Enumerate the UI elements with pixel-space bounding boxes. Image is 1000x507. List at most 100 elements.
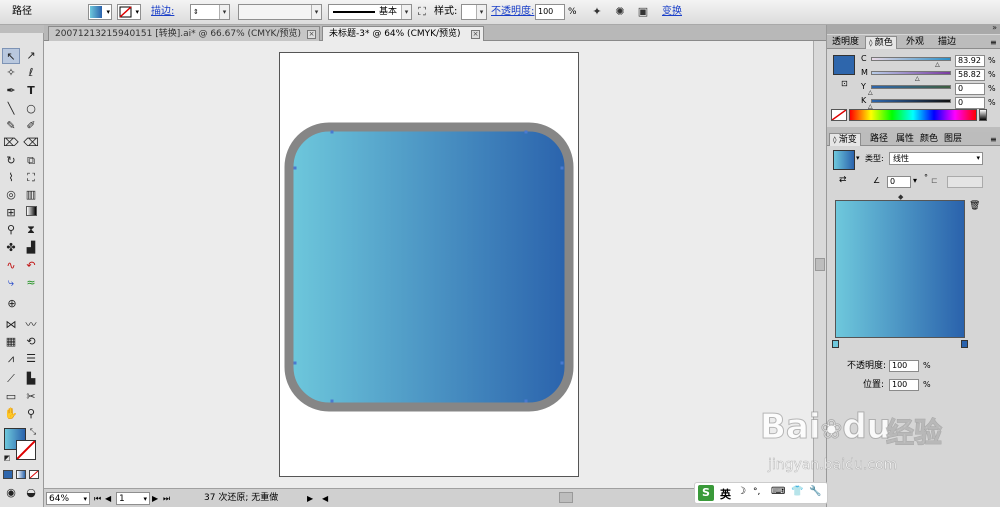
- zoom-tool-icon[interactable]: ⚲: [22, 406, 40, 422]
- tab-gradient[interactable]: ◊ 渐变: [829, 133, 861, 146]
- color-mode-icon[interactable]: [3, 470, 13, 479]
- none-mode-icon[interactable]: [29, 470, 39, 479]
- opacity-input[interactable]: 100: [535, 4, 565, 20]
- wave-tool-icon[interactable]: 〰: [22, 317, 40, 333]
- gradient-stop-start[interactable]: [832, 340, 839, 348]
- stroke-link[interactable]: 描边:: [151, 4, 174, 20]
- anchor-point[interactable]: [330, 399, 334, 403]
- chevron-down-icon[interactable]: ▾: [219, 5, 229, 19]
- keyboard-icon[interactable]: ⌨: [771, 486, 785, 497]
- chevron-down-icon[interactable]: ▾: [856, 154, 860, 162]
- tab-layers[interactable]: 图层: [941, 133, 965, 146]
- anchor-point[interactable]: [524, 399, 528, 403]
- channel-thumb-icon[interactable]: △: [915, 73, 920, 85]
- stroke-swatch[interactable]: [16, 440, 36, 460]
- isolate-icon[interactable]: ✺: [613, 4, 627, 20]
- graphic-style-picker[interactable]: ▾: [461, 4, 487, 20]
- ime-logo-icon[interactable]: S: [698, 485, 714, 501]
- shape-builder-tool-icon[interactable]: ◎: [2, 187, 20, 203]
- lasso-tool-icon[interactable]: ℓ: [22, 65, 40, 81]
- align-icon[interactable]: ⛶: [416, 4, 428, 20]
- reverse-gradient-icon[interactable]: ⇄: [839, 175, 847, 185]
- gradient-angle-input[interactable]: 0: [887, 176, 911, 188]
- canvas-area[interactable]: [44, 41, 813, 488]
- last-artboard-icon[interactable]: ⏭: [163, 492, 173, 505]
- toolbox-grip[interactable]: [0, 25, 44, 33]
- ellipse-tool-icon[interactable]: ○: [22, 101, 40, 117]
- channel-slider-k[interactable]: [871, 99, 951, 103]
- eraser-tool-icon[interactable]: ⌫: [22, 135, 40, 151]
- chevron-down-icon[interactable]: ▾: [311, 5, 321, 19]
- mesh-tool-icon[interactable]: ⊞: [2, 205, 20, 221]
- bar-chart-tool-icon[interactable]: ▙: [22, 371, 40, 387]
- twirl-tool-icon[interactable]: ⟲: [22, 334, 40, 350]
- artboard-tool-icon[interactable]: ▭: [2, 389, 20, 405]
- selection-tool-icon[interactable]: ↖: [2, 48, 20, 64]
- gradient-tool-icon[interactable]: [22, 205, 40, 221]
- brush-definition[interactable]: 基本 ▾: [328, 4, 412, 20]
- tab-document-2[interactable]: 未标题-3* @ 64% (CMYK/预览) ×: [322, 26, 484, 41]
- pencil-tool-icon[interactable]: ✐: [22, 118, 40, 134]
- recolor-artwork-icon[interactable]: ✦: [588, 4, 606, 20]
- close-icon[interactable]: ×: [471, 30, 480, 39]
- close-icon[interactable]: ×: [307, 30, 316, 39]
- stop-opacity-input[interactable]: 100: [889, 360, 919, 372]
- default-colors-icon[interactable]: ◩: [2, 450, 12, 466]
- anchor-point[interactable]: [560, 166, 564, 170]
- rotate-tool-icon[interactable]: ↻: [2, 153, 20, 169]
- next-artboard-icon[interactable]: ▶: [152, 492, 162, 505]
- channel-slider-m[interactable]: [871, 71, 951, 75]
- direct-selection-tool-icon[interactable]: ↗: [22, 48, 40, 64]
- horizontal-scroll-thumb[interactable]: [559, 492, 573, 503]
- anchor-point[interactable]: [293, 361, 297, 365]
- out-of-gamut-icon[interactable]: ⊡: [841, 79, 848, 88]
- gradient-type-select[interactable]: 线性 ▾: [889, 152, 983, 165]
- hand-tool-icon[interactable]: ✋: [2, 406, 20, 422]
- status-menu-arrow-icon[interactable]: ▶: [307, 492, 317, 505]
- artboard[interactable]: [279, 52, 579, 477]
- rounded-rectangle-shape[interactable]: [284, 122, 574, 412]
- perspective-grid-tool-icon[interactable]: ▥: [22, 187, 40, 203]
- scale-tool-icon[interactable]: ⧉: [22, 153, 40, 169]
- blend-tool-icon[interactable]: ⧗: [22, 222, 40, 238]
- trash-icon[interactable]: 🗑: [969, 201, 980, 211]
- gradient-thumbnail[interactable]: [833, 150, 855, 170]
- ime-language[interactable]: 英: [720, 486, 731, 502]
- shirt-icon[interactable]: 👕: [791, 486, 803, 497]
- grid-tool-icon[interactable]: ▦: [2, 334, 20, 350]
- arrange-icon[interactable]: ▣: [634, 4, 652, 20]
- tab-color-2[interactable]: 颜色: [917, 133, 941, 146]
- moon-icon[interactable]: ☽: [737, 486, 746, 497]
- grayscale-ramp[interactable]: [979, 109, 987, 121]
- vertical-scroll-thumb[interactable]: [815, 258, 825, 271]
- opacity-link[interactable]: 不透明度:: [491, 4, 534, 20]
- anchor-point-tool-icon[interactable]: ∿: [2, 258, 20, 274]
- channel-thumb-icon[interactable]: △: [868, 87, 873, 99]
- tab-transparency[interactable]: 透明度: [829, 36, 862, 49]
- zigzag-tool-icon[interactable]: ⩘: [2, 351, 20, 367]
- channel-input-k[interactable]: 0: [955, 97, 985, 109]
- draw-normal-icon[interactable]: ◉: [2, 485, 20, 501]
- zoom-select[interactable]: 64% ▾: [46, 492, 90, 505]
- screen-mode-icon[interactable]: ◒: [22, 485, 40, 501]
- fill-color-picker[interactable]: ▾: [88, 4, 112, 20]
- collapse-panels-icon[interactable]: »: [992, 23, 997, 32]
- free-transform-tool-icon[interactable]: ⛶: [22, 170, 40, 186]
- vertical-scrollbar[interactable]: [813, 41, 826, 488]
- channel-input-y[interactable]: 0: [955, 83, 985, 95]
- tab-attributes[interactable]: 属性: [893, 133, 917, 146]
- channel-slider-y[interactable]: [871, 85, 951, 89]
- eyedropper-tool-icon[interactable]: ⚲: [2, 222, 20, 238]
- magic-wand-tool-icon[interactable]: ✧: [2, 65, 20, 81]
- type-tool-icon[interactable]: T: [22, 83, 40, 99]
- envelope-tool-icon[interactable]: ⋈: [2, 317, 20, 333]
- stroke-color-picker[interactable]: ▾: [117, 4, 141, 20]
- wrench-icon[interactable]: 🔧: [809, 486, 821, 497]
- angle-chevron-icon[interactable]: ▾: [913, 176, 917, 185]
- knife-tool-icon[interactable]: ⟋: [2, 371, 20, 387]
- tab-pathfinder[interactable]: 路径: [867, 133, 891, 146]
- first-artboard-icon[interactable]: ⏮: [94, 492, 104, 505]
- artboard-number-select[interactable]: 1 ▾: [116, 492, 150, 505]
- color-spectrum[interactable]: [849, 109, 977, 121]
- tab-document-1[interactable]: 20071213215940151 [转换].ai* @ 66.67% (CMY…: [48, 26, 320, 41]
